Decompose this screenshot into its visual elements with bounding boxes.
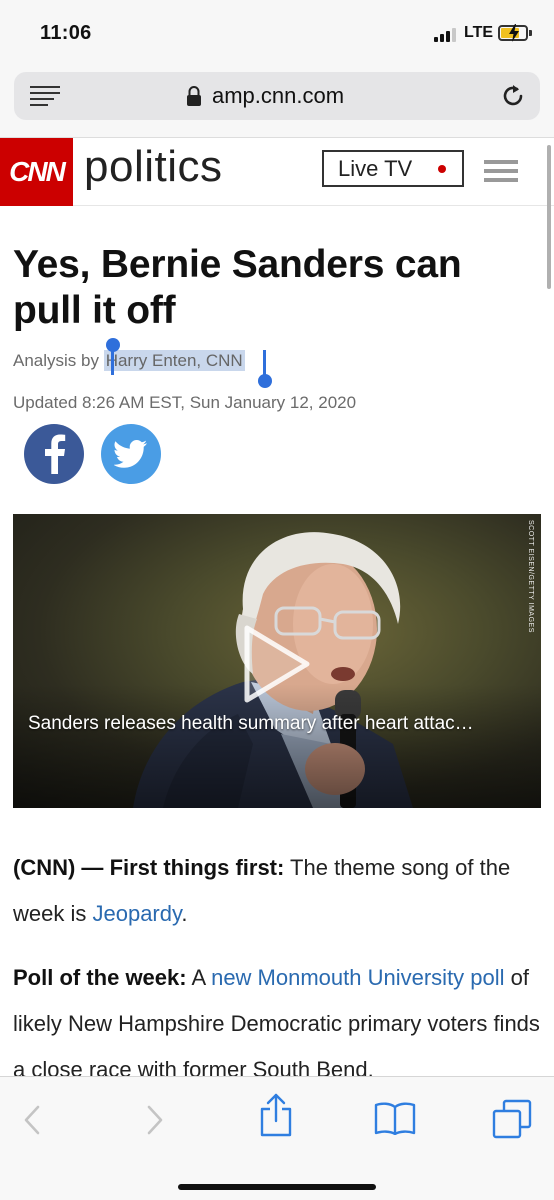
facebook-icon — [45, 434, 66, 474]
selection-end-handle[interactable] — [258, 374, 272, 388]
lead-in: Poll of the week: — [13, 965, 187, 990]
battery-icon — [498, 24, 528, 42]
live-indicator-dot — [438, 165, 446, 173]
section-name[interactable]: politics — [84, 142, 223, 192]
article-headline: Yes, Bernie Sanders can pull it off — [13, 243, 462, 332]
byline: Analysis by Harry Enten, CNN — [13, 350, 245, 371]
twitter-share-button[interactable] — [101, 424, 161, 484]
status-time: 11:06 — [40, 22, 92, 44]
photo-credit: SCOTT EISEN/GETTY IMAGES — [527, 520, 534, 633]
updated-timestamp: Updated 8:26 AM EST, Sun January 12, 202… — [13, 393, 357, 412]
address-bar[interactable]: amp.cnn.com — [14, 72, 540, 120]
twitter-icon — [114, 440, 147, 468]
browser-address-area: amp.cnn.com — [0, 64, 554, 138]
site-header: CNN politics Live TV — [0, 138, 554, 206]
byline-prefix: Analysis by — [13, 351, 104, 370]
paragraph-text: A — [186, 965, 212, 990]
article-paragraph: (CNN) — First things first: The theme so… — [13, 845, 543, 937]
play-icon[interactable] — [241, 624, 313, 704]
video-player[interactable]: Sanders releases health summary after he… — [13, 514, 541, 808]
paragraph-text: . — [181, 901, 188, 926]
url-text[interactable]: amp.cnn.com — [212, 83, 344, 109]
article-paragraph: Poll of the week: A new Monmouth Univers… — [13, 955, 543, 1093]
live-tv-label: Live TV — [338, 155, 413, 181]
facebook-share-button[interactable] — [24, 424, 84, 484]
scroll-indicator[interactable] — [547, 145, 551, 289]
dateline: (CNN) — — [13, 855, 104, 880]
lead-in: First things first: — [109, 855, 285, 880]
tabs-icon[interactable] — [492, 1099, 532, 1139]
selection-start-caret — [111, 345, 114, 375]
signal-strength-icon — [434, 28, 460, 42]
live-tv-button[interactable]: Live TV — [322, 150, 464, 187]
reload-icon[interactable] — [500, 83, 526, 109]
video-caption: Sanders releases health summary after he… — [28, 713, 474, 734]
home-indicator[interactable] — [178, 1184, 376, 1190]
browser-toolbar — [0, 1076, 554, 1200]
battery-cap — [529, 30, 532, 36]
forward-arrow-icon[interactable] — [145, 1105, 165, 1135]
lock-icon — [187, 86, 201, 106]
status-bar: 11:06 LTE — [0, 0, 554, 64]
network-type: LTE — [464, 24, 494, 41]
monmouth-poll-link[interactable]: new Monmouth University poll — [211, 965, 504, 990]
byline-author[interactable]: Harry Enten, CNN — [103, 350, 245, 371]
hamburger-menu-icon[interactable] — [484, 160, 518, 182]
share-icon[interactable] — [258, 1093, 294, 1137]
cnn-logo[interactable]: CNN — [0, 138, 73, 206]
back-arrow-icon[interactable] — [22, 1105, 42, 1135]
charging-bolt-icon — [509, 24, 519, 42]
bookmarks-icon[interactable] — [374, 1101, 416, 1135]
reader-icon[interactable] — [30, 86, 60, 108]
jeopardy-link[interactable]: Jeopardy — [92, 901, 181, 926]
